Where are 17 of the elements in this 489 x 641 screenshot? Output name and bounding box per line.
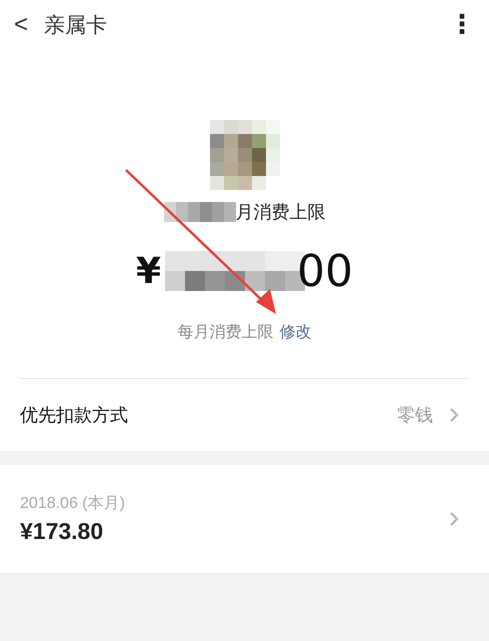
- page-title: 亲属卡: [44, 12, 108, 39]
- back-icon[interactable]: <: [14, 11, 28, 39]
- bill-row[interactable]: 2018.06 (本月) ¥173.80: [0, 465, 489, 574]
- currency-sign: ¥: [136, 250, 162, 292]
- bill-period: 2018.06 (本月): [20, 494, 126, 514]
- redaction-mosaic: [164, 202, 236, 222]
- limit-caption: 每月消费上限: [178, 322, 274, 341]
- more-icon[interactable]: ⋮: [449, 10, 475, 40]
- bill-total: ¥173.80: [20, 518, 104, 545]
- limit-amount: 00: [297, 246, 354, 296]
- row-label: 优先扣款方式: [20, 404, 129, 427]
- member-name: 月消费上限: [236, 201, 326, 224]
- chevron-icon: [449, 511, 459, 527]
- payment-method-row[interactable]: 优先扣款方式 零钱: [0, 379, 489, 451]
- edit-link[interactable]: 修改: [280, 322, 312, 341]
- chevron-icon: [449, 407, 459, 423]
- row-value: 零钱: [397, 404, 433, 427]
